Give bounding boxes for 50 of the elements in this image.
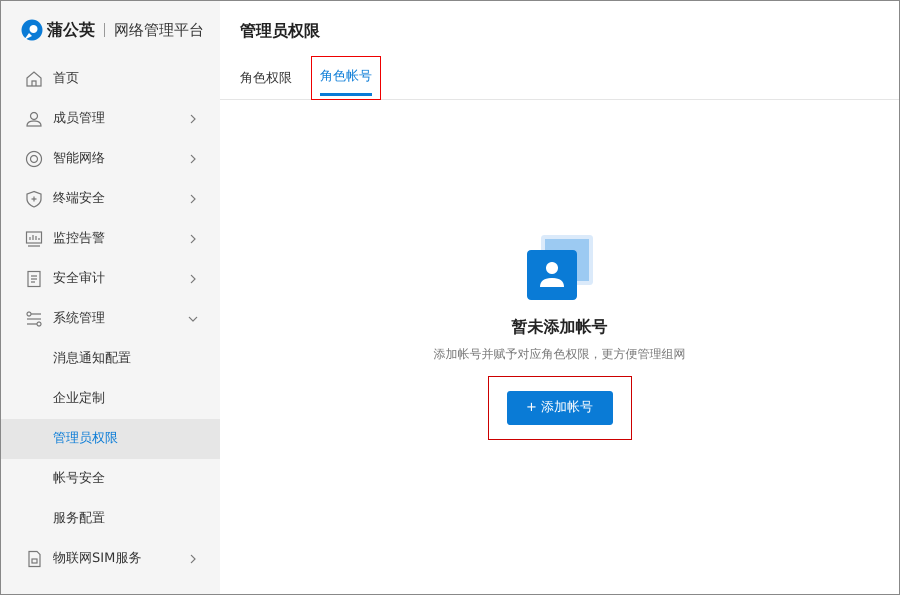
product-name: 网络管理平台: [114, 20, 204, 41]
add-account-button[interactable]: + 添加帐号: [506, 391, 612, 425]
sidebar-label: 智能网络: [53, 150, 106, 168]
sidebar-label: 企业定制: [53, 390, 106, 408]
chevron-right-icon: [188, 114, 198, 124]
sidebar-item[interactable]: 智能网络: [1, 139, 220, 179]
chevron-right-icon: [188, 274, 198, 284]
user-icon: [25, 110, 43, 128]
sidebar-item[interactable]: 系统管理: [1, 299, 220, 339]
account-icon: [526, 235, 592, 301]
page-title: 管理员权限: [240, 21, 320, 40]
sidebar-item[interactable]: 消息通知配置: [1, 339, 220, 379]
chevron-right-icon: [188, 554, 198, 564]
empty-description: 添加帐号并赋予对应角色权限，更方便管理组网: [434, 346, 686, 363]
sidebar-label: 终端安全: [53, 190, 106, 208]
sidebar-item[interactable]: 企业定制: [1, 379, 220, 419]
sidebar-label: 成员管理: [53, 110, 106, 128]
document-icon: [25, 270, 43, 288]
tab-underline: [320, 92, 372, 96]
sidebar-item[interactable]: 监控告警: [1, 219, 220, 259]
logo-icon: [21, 19, 43, 41]
tab[interactable]: 角色帐号: [312, 57, 380, 99]
home-icon: [25, 70, 43, 88]
chevron-down-icon: [188, 314, 198, 324]
sidebar-label: 服务配置: [53, 510, 106, 528]
sidebar-label: 消息通知配置: [53, 350, 132, 368]
brand-name: 蒲公英: [47, 19, 95, 41]
sidebar-label: 监控告警: [53, 230, 106, 248]
monitor-icon: [25, 230, 43, 248]
sidebar-label: 系统管理: [53, 310, 106, 328]
sidebar-item[interactable]: 首页: [1, 59, 220, 99]
sidebar-label: 帐号安全: [53, 470, 106, 488]
shield-icon: [25, 190, 43, 208]
sidebar-label: 首页: [53, 70, 80, 88]
sidebar-item[interactable]: 帐号安全: [1, 459, 220, 499]
sidebar-label: 安全审计: [53, 270, 106, 288]
sidebar-label: 物联网SIM服务: [53, 550, 142, 568]
sidebar-label: 管理员权限: [53, 430, 119, 448]
sidebar-item[interactable]: 成员管理: [1, 99, 220, 139]
empty-title: 暂未添加帐号: [512, 316, 608, 338]
chevron-right-icon: [188, 154, 198, 164]
network-icon: [25, 150, 43, 168]
chevron-right-icon: [188, 234, 198, 244]
sliders-icon: [25, 310, 43, 328]
chevron-right-icon: [188, 194, 198, 204]
sidebar-item[interactable]: 物联网SIM服务: [1, 539, 220, 579]
sidebar-item[interactable]: 服务配置: [1, 499, 220, 539]
tab[interactable]: 角色权限: [240, 59, 292, 99]
sidebar-item[interactable]: 终端安全: [1, 179, 220, 219]
sidebar-item[interactable]: 安全审计: [1, 259, 220, 299]
